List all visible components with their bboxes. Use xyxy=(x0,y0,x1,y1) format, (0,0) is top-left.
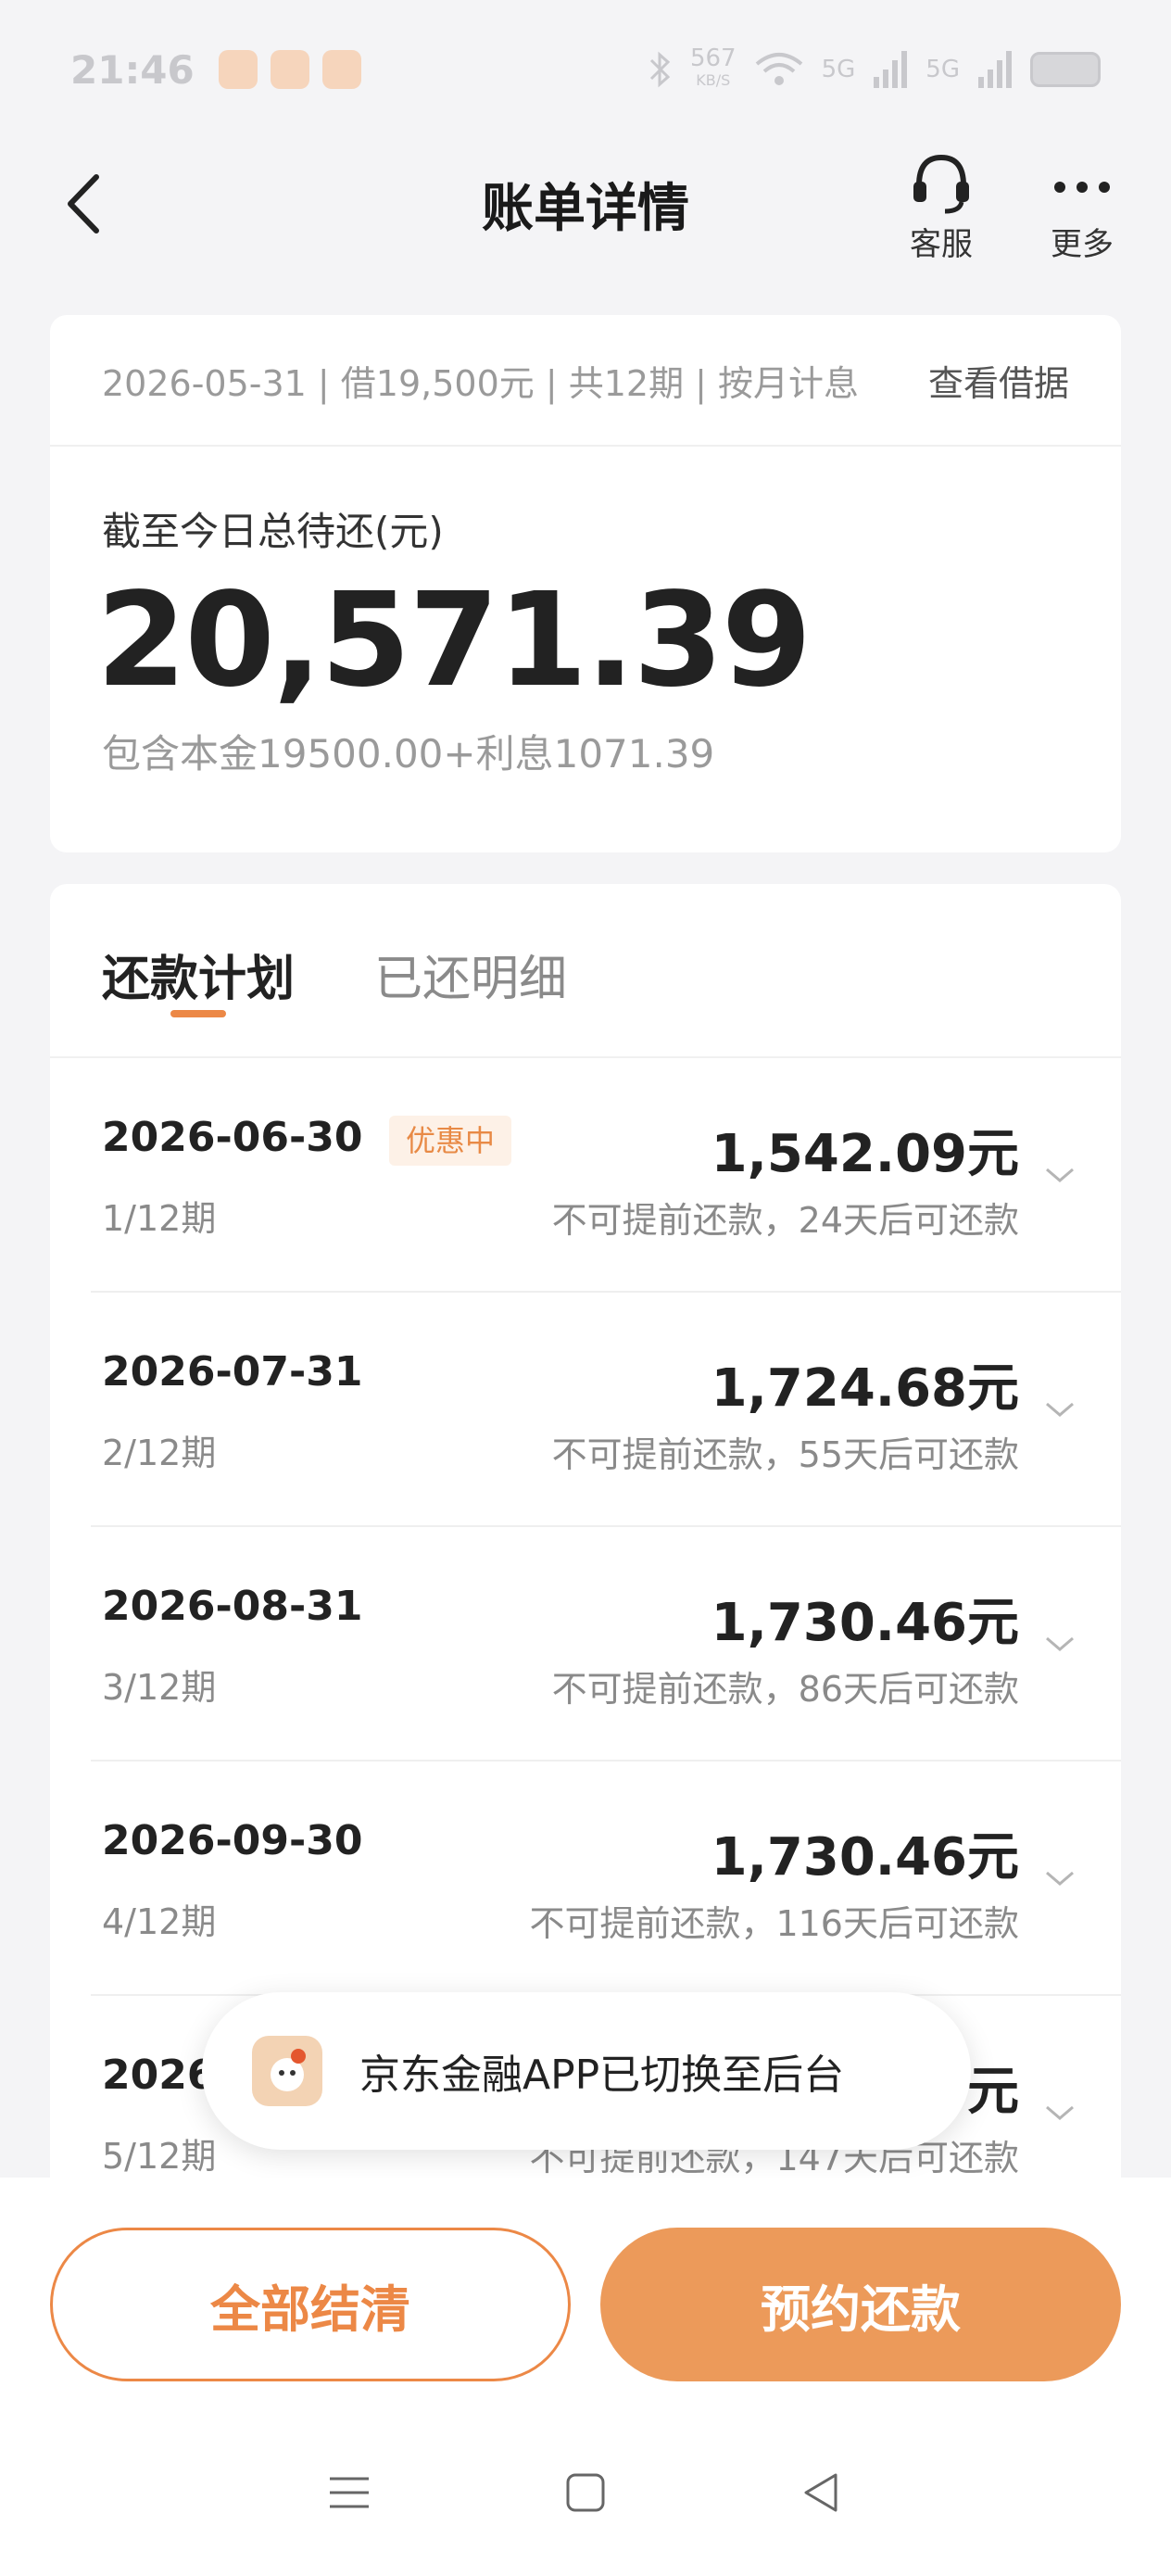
repayment-plan-card: 还款计划 已还明细 2026-06-30 优惠中 1/12期 1,542.09元… xyxy=(50,884,1121,2181)
view-receipt-link[interactable]: 查看借据 xyxy=(928,355,1069,406)
chevron-down-icon[interactable] xyxy=(1041,2094,1078,2131)
plan-row[interactable]: 2026-08-31 3/12期 1,730.46元 不可提前还款，86天后可还… xyxy=(91,1527,1121,1762)
status-right: 567 KB/S 5G 5G xyxy=(646,44,1101,92)
back-triangle-icon xyxy=(804,2473,837,2512)
row-note: 不可提前还款，116天后可还款 xyxy=(529,1903,1019,1944)
row-date: 2026-07-31 xyxy=(102,1348,363,1395)
signal-5g-label: 5G xyxy=(821,56,856,83)
status-time: 21:46 xyxy=(70,46,195,93)
bluetooth-icon xyxy=(649,51,671,88)
cell-signal-icon xyxy=(978,51,1012,88)
total-due-label: 截至今日总待还(元) xyxy=(102,509,444,554)
row-amount: 1,724.68元 xyxy=(711,1358,1019,1419)
wifi-icon xyxy=(755,53,802,85)
row-amount: 1,542.09元 xyxy=(711,1124,1019,1184)
chevron-left-icon xyxy=(68,174,99,234)
plan-row[interactable]: 2026-06-30 优惠中 1/12期 1,542.09元 不可提前还款，24… xyxy=(91,1058,1121,1293)
chevron-down-icon[interactable] xyxy=(1041,1156,1078,1193)
menu-nav-button[interactable] xyxy=(321,2465,377,2520)
headset-icon xyxy=(913,154,969,214)
notification-app-icon xyxy=(321,50,361,89)
home-square-icon xyxy=(566,2473,605,2512)
toast-message: 京东金融APP已切换至后台 xyxy=(359,2052,845,2099)
plan-row[interactable]: 2026-07-31 2/12期 1,724.68元 不可提前还款，55天后可还… xyxy=(91,1293,1121,1527)
bottom-action-bar: 全部结清 预约还款 xyxy=(0,2178,1171,2409)
loan-summary-card: 2026-05-31 | 借19,500元 | 共12期 | 按月计息 查看借据… xyxy=(50,315,1121,852)
more-dots-icon xyxy=(1054,182,1110,193)
customer-service-button[interactable]: 客服 xyxy=(886,150,997,264)
chevron-down-icon[interactable] xyxy=(1041,1391,1078,1428)
notification-app-icon xyxy=(218,50,258,89)
network-speed: 567 KB/S xyxy=(689,44,737,89)
row-period: 2/12期 xyxy=(102,1433,217,1473)
total-due-amount: 20,571.39 xyxy=(96,565,812,716)
settle-all-button[interactable]: 全部结清 xyxy=(50,2228,571,2381)
row-note: 不可提前还款，55天后可还款 xyxy=(551,1434,1019,1475)
back-button[interactable] xyxy=(46,167,120,241)
status-app-icons xyxy=(218,50,361,89)
row-amount: 元 xyxy=(967,2062,1019,2122)
loan-info-row: 2026-05-31 | 借19,500元 | 共12期 | 按月计息 查看借据 xyxy=(50,315,1121,447)
customer-service-label: 客服 xyxy=(910,226,973,263)
active-tab-indicator xyxy=(170,1010,226,1017)
schedule-repayment-button[interactable]: 预约还款 xyxy=(600,2228,1121,2381)
app-header: 账单详情 客服 更多 xyxy=(0,139,1171,269)
row-period: 4/12期 xyxy=(102,1901,217,1942)
home-nav-button[interactable] xyxy=(558,2465,613,2520)
row-period: 1/12期 xyxy=(102,1198,217,1239)
loan-meta: 2026-05-31 | 借19,500元 | 共12期 | 按月计息 xyxy=(102,362,860,404)
battery-icon xyxy=(1030,52,1101,87)
plan-row[interactable]: 2026-09-30 4/12期 1,730.46元 不可提前还款，116天后可… xyxy=(91,1762,1121,1996)
signal-5g-label: 5G xyxy=(925,56,960,83)
row-period: 5/12期 xyxy=(102,2136,217,2177)
chevron-down-icon[interactable] xyxy=(1041,1860,1078,1897)
more-button[interactable]: 更多 xyxy=(1026,150,1138,264)
more-label: 更多 xyxy=(1051,226,1114,263)
notification-app-icon xyxy=(270,50,309,89)
row-amount: 1,730.46元 xyxy=(711,1827,1019,1888)
tab-repayment-plan[interactable]: 还款计划 xyxy=(102,940,295,1009)
cell-signal-icon xyxy=(874,51,908,88)
row-amount: 1,730.46元 xyxy=(711,1593,1019,1653)
row-period: 3/12期 xyxy=(102,1667,217,1708)
discount-badge: 优惠中 xyxy=(389,1116,512,1166)
tab-bar: 还款计划 已还明细 xyxy=(50,884,1121,1058)
row-note: 不可提前还款，86天后可还款 xyxy=(551,1669,1019,1710)
background-switch-toast: 京东金融APP已切换至后台 xyxy=(202,1992,971,2150)
row-date: 2026-06-30 xyxy=(102,1114,363,1161)
back-nav-button[interactable] xyxy=(794,2465,850,2520)
system-nav-bar xyxy=(0,2409,1171,2576)
row-date: 2026-09-30 xyxy=(102,1817,363,1864)
menu-icon xyxy=(330,2477,370,2508)
due-breakdown: 包含本金19500.00+利息1071.39 xyxy=(102,731,715,777)
status-bar: 21:46 567 KB/S 5G 5G xyxy=(0,0,1171,139)
jd-finance-app-icon xyxy=(252,2036,322,2106)
row-date: 2026-08-31 xyxy=(102,1583,363,1630)
row-note: 不可提前还款，24天后可还款 xyxy=(551,1200,1019,1241)
chevron-down-icon[interactable] xyxy=(1041,1625,1078,1662)
tab-paid-details[interactable]: 已还明细 xyxy=(374,940,567,1009)
